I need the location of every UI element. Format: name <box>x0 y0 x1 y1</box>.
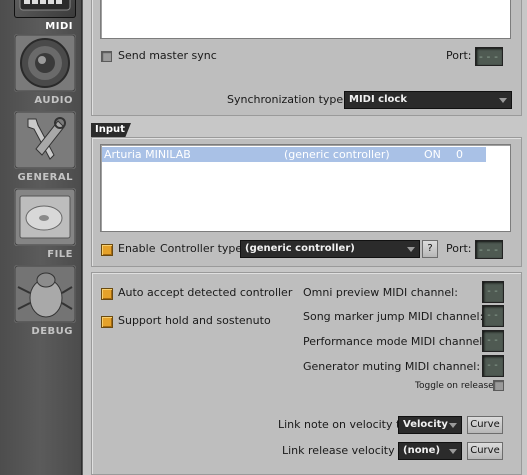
enable-checkbox[interactable] <box>101 244 113 256</box>
options-group: Auto accept detected controller Support … <box>91 272 522 475</box>
output-port-display[interactable]: --- <box>475 47 503 66</box>
link-release-label: Link release velocity to: <box>282 444 413 457</box>
input-port-display[interactable]: --- <box>475 240 503 259</box>
disc-icon <box>14 188 76 246</box>
output-port-label: Port: <box>446 49 472 62</box>
chevron-down-icon <box>449 449 457 454</box>
controller-type-value: (generic controller) <box>245 243 355 254</box>
send-master-sync-label: Send master sync <box>118 49 217 62</box>
output-group: Send master sync Port: --- Synchronizati… <box>91 0 522 116</box>
sidebar-item-label: FILE <box>47 249 73 260</box>
support-hold-label: Support hold and sostenuto <box>118 314 271 327</box>
input-port-label: Port: <box>446 242 472 255</box>
settings-sidebar: MIDI AUDIO GENERAL FILE DEBUG <box>0 0 82 475</box>
sidebar-item-label: GENERAL <box>17 172 73 183</box>
link-release-value: (none) <box>403 445 441 456</box>
list-item[interactable]: Arturia MINILAB (generic controller) ON … <box>102 147 486 162</box>
sidebar-item-general[interactable]: GENERAL <box>14 111 76 183</box>
sidebar-item-label: AUDIO <box>34 95 73 106</box>
chevron-down-icon <box>449 423 457 428</box>
sidebar-item-debug[interactable]: DEBUG <box>14 265 76 337</box>
bug-icon <box>14 265 76 323</box>
toggle-on-release-label: Toggle on release <box>415 381 494 391</box>
wrench-icon <box>14 111 76 169</box>
auto-accept-label: Auto accept detected controller <box>118 286 293 299</box>
performance-mode-channel[interactable]: -- <box>482 330 504 352</box>
song-marker-channel[interactable]: -- <box>482 305 504 327</box>
release-curve-button[interactable]: Curve <box>467 442 503 460</box>
controller-type-dropdown[interactable]: (generic controller) <box>240 240 420 258</box>
auto-accept-checkbox[interactable] <box>101 288 113 300</box>
device-name: Arturia MINILAB <box>104 148 191 161</box>
support-hold-checkbox[interactable] <box>101 316 113 328</box>
link-note-on-label: Link note on velocity to: <box>278 418 411 431</box>
generator-muting-label: Generator muting MIDI channel: <box>303 360 481 373</box>
sidebar-item-file[interactable]: FILE <box>14 188 76 260</box>
omni-preview-label: Omni preview MIDI channel: <box>303 286 458 299</box>
device-controller: (generic controller) <box>284 148 390 161</box>
controller-help-button[interactable]: ? <box>422 240 438 258</box>
sync-type-label: Synchronization type: <box>227 93 347 106</box>
device-port: 0 <box>456 148 463 161</box>
link-note-on-dropdown[interactable]: Velocity <box>398 416 462 434</box>
device-state: ON <box>424 148 441 161</box>
midi-icon <box>14 0 76 18</box>
input-device-list[interactable]: Arturia MINILAB (generic controller) ON … <box>100 144 511 232</box>
enable-label: Enable <box>118 242 156 255</box>
sidebar-item-label: DEBUG <box>31 326 73 337</box>
link-note-on-value: Velocity <box>403 419 448 430</box>
speaker-icon <box>14 34 76 92</box>
generator-muting-channel[interactable]: -- <box>482 355 504 377</box>
chevron-down-icon <box>499 98 507 103</box>
output-device-list[interactable] <box>100 0 511 39</box>
sync-type-dropdown[interactable]: MIDI clock <box>344 91 512 109</box>
toggle-on-release-checkbox[interactable] <box>493 380 504 391</box>
send-master-sync-checkbox[interactable] <box>101 51 112 62</box>
link-release-dropdown[interactable]: (none) <box>398 442 462 460</box>
performance-mode-label: Performance mode MIDI channel: <box>303 335 487 348</box>
sidebar-item-label: MIDI <box>45 21 73 32</box>
chevron-down-icon <box>407 247 415 252</box>
input-section-tab: Input <box>91 123 131 137</box>
sync-type-value: MIDI clock <box>349 94 407 105</box>
midi-settings-panel: Send master sync Port: --- Synchronizati… <box>83 0 527 475</box>
song-marker-label: Song marker jump MIDI channel: <box>303 310 484 323</box>
controller-type-label: Controller type: <box>160 242 246 255</box>
input-group: Arturia MINILAB (generic controller) ON … <box>91 137 522 267</box>
sidebar-item-audio[interactable]: AUDIO <box>14 34 76 106</box>
note-on-curve-button[interactable]: Curve <box>467 416 503 434</box>
omni-preview-channel[interactable]: -- <box>482 281 504 303</box>
sidebar-item-midi[interactable]: MIDI <box>14 0 76 32</box>
